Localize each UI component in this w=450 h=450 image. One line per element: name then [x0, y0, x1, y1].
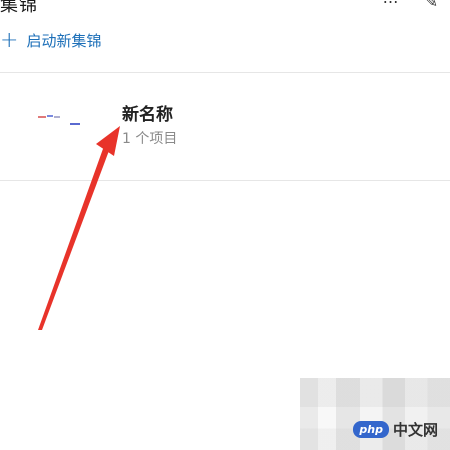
pin-icon[interactable]: ✎: [425, 0, 438, 11]
panel-title: 集锦: [0, 0, 38, 16]
watermark: php 中文网: [353, 419, 438, 440]
collection-item-count: 1 个项目: [122, 131, 178, 147]
watermark-logo: php: [353, 421, 389, 438]
divider: [0, 180, 450, 181]
collection-name: 新名称: [122, 105, 173, 125]
plus-icon: +: [0, 27, 19, 53]
start-new-collection-label: 启动新集锦: [26, 32, 102, 50]
watermark-text: 中文网: [392, 421, 438, 439]
divider: [0, 72, 450, 73]
collection-card[interactable]: 新名称 1 个项目: [0, 82, 450, 180]
start-new-collection-button[interactable]: + 启动新集锦: [0, 27, 102, 53]
panel-header-actions: ⋯ ✎: [383, 0, 438, 11]
collection-thumbnail: [0, 96, 100, 166]
more-icon[interactable]: ⋯: [383, 0, 399, 11]
